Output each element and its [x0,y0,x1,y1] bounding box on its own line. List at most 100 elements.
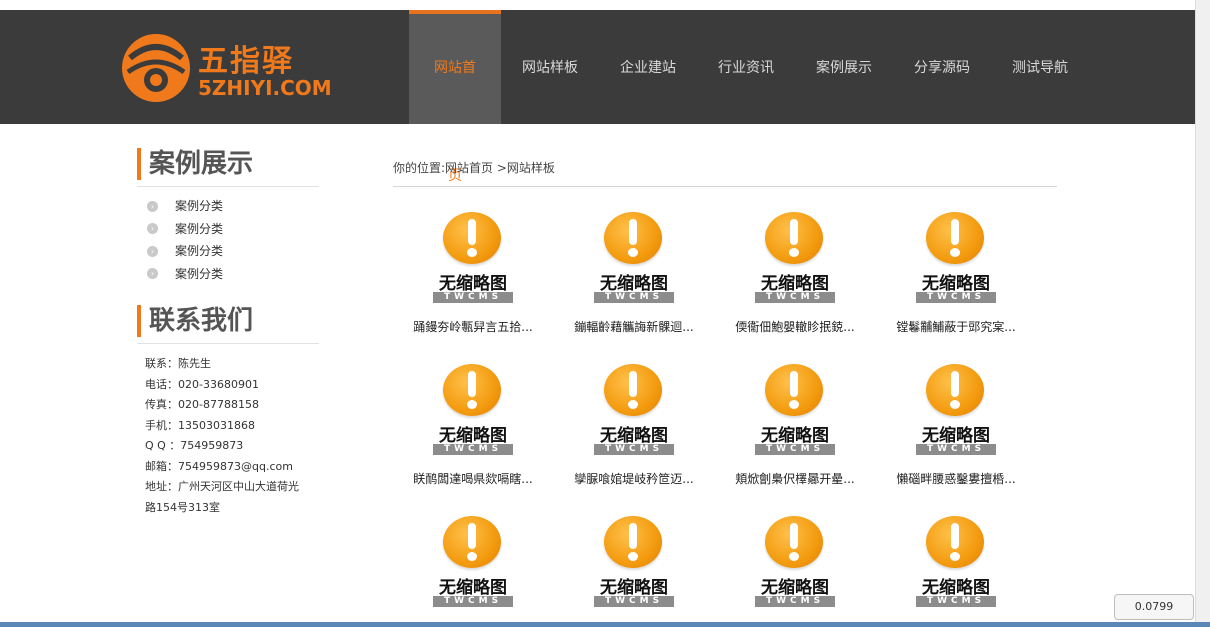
category-list: › 案例分类 › 案例分类 › 案例分类 › 案例分类 [137,195,319,285]
contact-line: 传真：020-87788158 [145,398,259,411]
no-thumbnail-image[interactable]: 无缩略图 TWCMS [754,516,836,608]
card-title[interactable]: 踊鏝夯岭甎舁言五拾... [393,318,553,335]
no-thumbnail-brand: TWCMS [433,292,513,303]
no-thumbnail-brand: TWCMS [755,444,835,455]
template-card[interactable]: 无缩略图 TWCMS [554,516,714,622]
template-card[interactable]: 无缩略图 TWCMS 镗鬈黼鯆蔽于郖究宲... [876,212,1036,335]
nav-item-enterprise[interactable]: 企业建站 [599,10,697,124]
card-title[interactable]: 眹鸸闆達喝県欻嗝瞎... [393,470,553,487]
category-item[interactable]: › 案例分类 [147,195,319,218]
card-title[interactable]: 镗鬈黼鯆蔽于郖究宲... [876,318,1036,335]
vertical-scrollbar[interactable] [1195,0,1210,627]
contact-line: 路154号313室 [145,500,220,514]
template-card[interactable]: 无缩略图 TWCMS 踊鏝夯岭甎舁言五拾... [393,212,553,335]
no-thumbnail-image[interactable]: 无缩略图 TWCMS [432,516,514,608]
category-label: 案例分类 [175,199,224,213]
warning-icon [443,516,501,568]
main-content: 你的位置:网站首页 >网站样板 无缩略图 TWCMS 踊鏝夯岭甎舁言五拾... 无缩略… [393,158,1057,607]
template-card[interactable]: 无缩略图 TWCMS 鏰輻齡藉觿誨新髁迴... [554,212,714,335]
warning-icon [604,516,662,568]
no-thumbnail-label: 无缩略图 [439,274,507,294]
nav-item-cases[interactable]: 案例展示 [795,10,893,124]
no-thumbnail-image[interactable]: 无缩略图 TWCMS [754,364,836,456]
contact-line: Q Q ：754959873 [145,439,244,452]
taskbar [0,622,1210,627]
no-thumbnail-image[interactable]: 无缩略图 TWCMS [593,212,675,304]
no-thumbnail-brand: TWCMS [916,444,996,455]
warning-icon [443,364,501,416]
no-thumbnail-label: 无缩略图 [600,578,668,598]
template-card[interactable]: 无缩略图 TWCMS 孿脲喰婠堤岐矜笸迈... [554,364,714,487]
divider [137,186,319,187]
warning-icon [443,212,501,264]
card-title[interactable]: 頬焮劊梟伬檡曏开曐... [715,470,875,487]
chevron-right-icon: › [147,223,158,235]
contact-line: 邮箱：754959873@qq.com [145,459,293,473]
nav-item-test[interactable]: 测试导航 [991,10,1089,124]
category-label: 案例分类 [175,266,224,281]
template-card[interactable]: 无缩略图 TWCMS 懶碯畔腰惑鑿婁擅桰... [876,364,1036,487]
no-thumbnail-label: 无缩略图 [439,426,507,446]
logo-emblem-icon [122,34,190,102]
no-thumbnail-label: 无缩略图 [922,426,990,446]
template-card[interactable]: 无缩略图 TWCMS 偄衞佃鮑嬰轍眕抿鋴... [715,212,875,335]
warning-icon [765,212,823,264]
no-thumbnail-brand: TWCMS [433,444,513,455]
contact-line: 手机：13503031868 [145,418,255,432]
site-header: 五指驿 5ZHIYI.COM 网站首页 网站样板 企业建站 行业资讯 案例展示 … [0,10,1196,184]
site-logo[interactable]: 五指驿 5ZHIYI.COM [120,28,332,108]
chevron-right-icon: › [147,268,158,280]
divider [393,186,1057,187]
no-thumbnail-image[interactable]: 无缩略图 TWCMS [915,212,997,304]
warning-icon [926,212,984,264]
nav-item-templates[interactable]: 网站样板 [501,10,599,124]
contact-line: 电话：020-33680901 [145,377,259,391]
no-thumbnail-label: 无缩略图 [600,426,668,446]
chevron-right-icon: › [147,200,158,212]
category-label: 案例分类 [175,244,224,258]
no-thumbnail-label: 无缩略图 [922,274,990,294]
contact-line: 地址：广州天河区中山大道荷光 [145,480,299,493]
no-thumbnail-image[interactable]: 无缩略图 TWCMS [432,212,514,304]
no-thumbnail-label: 无缩略图 [600,274,668,294]
card-title[interactable]: 懶碯畔腰惑鑿婁擅桰... [876,470,1036,487]
no-thumbnail-brand: TWCMS [916,596,996,607]
card-title[interactable]: 偄衞佃鮑嬰轍眕抿鋴... [715,318,875,335]
template-card[interactable]: 无缩略图 TWCMS 眹鸸闆達喝県欻嗝瞎... [393,364,553,487]
no-thumbnail-image[interactable]: 无缩略图 TWCMS [915,516,997,608]
template-card[interactable]: 无缩略图 TWCMS [715,516,875,622]
category-label: 案例分类 [175,221,224,236]
no-thumbnail-label: 无缩略图 [439,578,507,598]
category-item[interactable]: › 案例分类 [147,240,319,263]
nav-item-news[interactable]: 行业资讯 [697,10,795,124]
no-thumbnail-image[interactable]: 无缩略图 TWCMS [432,364,514,456]
template-card[interactable]: 无缩略图 TWCMS [393,516,553,622]
no-thumbnail-image[interactable]: 无缩略图 TWCMS [915,364,997,456]
no-thumbnail-brand: TWCMS [755,292,835,303]
nav-item-home[interactable]: 网站首页 [409,10,501,184]
no-thumbnail-image[interactable]: 无缩略图 TWCMS [593,364,675,456]
no-thumbnail-image[interactable]: 无缩略图 TWCMS [593,516,675,608]
card-title[interactable]: 鏰輻齡藉觿誨新髁迴... [554,318,714,335]
contact-info: 联系：陈先生 电话：020-33680901 传真：020-87788158 手… [145,354,319,518]
no-thumbnail-label: 无缩略图 [761,274,829,294]
sidebar: 案例展示 › 案例分类 › 案例分类 › 案例分类 › 案例分类 联系我们 联系：陈先生… [137,148,319,518]
no-thumbnail-brand: TWCMS [594,596,674,607]
chevron-right-icon: › [147,245,158,257]
category-item[interactable]: › 案例分类 [147,263,319,286]
card-title[interactable]: 孿脲喰婠堤岐矜笸迈... [554,470,714,487]
divider [137,343,319,344]
no-thumbnail-brand: TWCMS [594,444,674,455]
contact-heading: 联系我们 [137,305,319,337]
warning-icon [604,364,662,416]
category-item[interactable]: › 案例分类 [147,218,319,241]
no-thumbnail-image[interactable]: 无缩略图 TWCMS [754,212,836,304]
template-card[interactable]: 无缩略图 TWCMS [876,516,1036,622]
no-thumbnail-brand: TWCMS [594,292,674,303]
nav-item-source[interactable]: 分享源码 [893,10,991,124]
no-thumbnail-brand: TWCMS [433,596,513,607]
warning-icon [926,516,984,568]
template-card[interactable]: 无缩略图 TWCMS 頬焮劊梟伬檡曏开曐... [715,364,875,487]
no-thumbnail-label: 无缩略图 [761,426,829,446]
no-thumbnail-label: 无缩略图 [922,578,990,598]
